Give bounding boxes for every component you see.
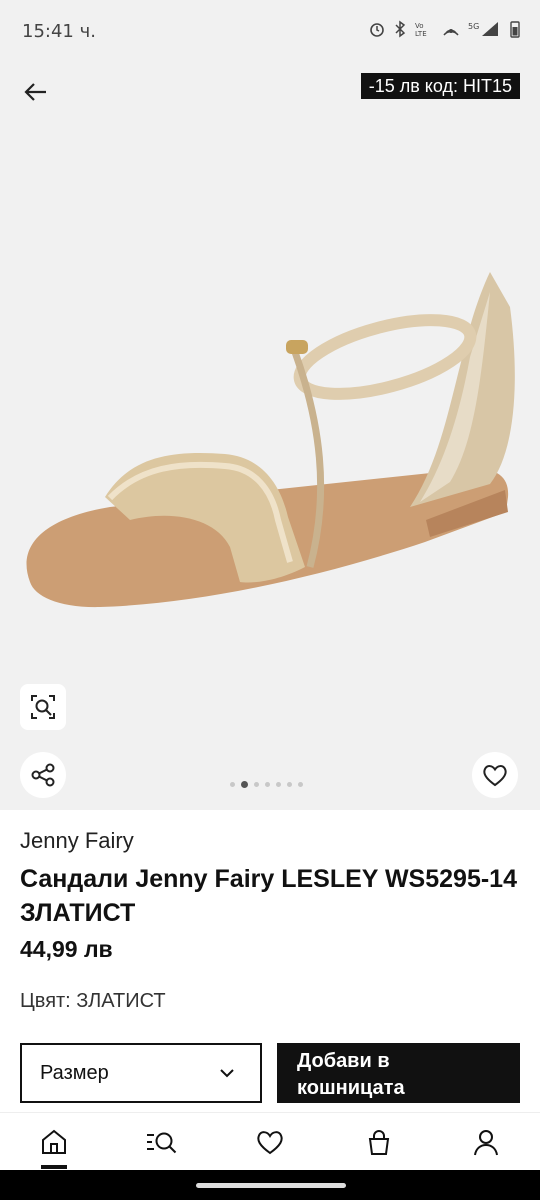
svg-text:LTE: LTE bbox=[415, 30, 427, 38]
gallery-dot[interactable] bbox=[230, 782, 235, 787]
search-menu-icon bbox=[147, 1132, 177, 1154]
nav-account[interactable] bbox=[471, 1127, 501, 1157]
gesture-handle[interactable] bbox=[196, 1183, 346, 1188]
nav-wishlist[interactable] bbox=[255, 1127, 285, 1157]
5g-signal-icon: 5G bbox=[468, 22, 498, 36]
wishlist-button[interactable] bbox=[472, 752, 518, 798]
alarm-icon bbox=[370, 23, 384, 37]
heart-icon bbox=[257, 1131, 283, 1155]
system-gesture-bar bbox=[0, 1170, 540, 1200]
promo-code-badge: -15 лв код: HIT15 bbox=[360, 73, 520, 99]
nav-search[interactable] bbox=[145, 1127, 179, 1157]
product-price: 44,99 лв bbox=[20, 936, 113, 962]
nav-active-indicator bbox=[41, 1165, 67, 1169]
bluetooth-icon bbox=[395, 20, 406, 38]
product-gallery[interactable]: -15 лв код: HIT15 bbox=[0, 62, 540, 810]
back-button[interactable] bbox=[20, 76, 52, 108]
home-icon bbox=[42, 1129, 66, 1154]
svg-text:5G: 5G bbox=[468, 22, 479, 31]
product-color: Цвят: ЗЛАТИСТ bbox=[20, 990, 166, 1012]
add-to-cart-button[interactable]: Добави в кошницата bbox=[277, 1043, 520, 1103]
nav-cart[interactable] bbox=[364, 1127, 394, 1157]
product-brand[interactable]: Jenny Fairy bbox=[20, 828, 134, 854]
status-time: 15:41 ч. bbox=[22, 21, 96, 42]
user-icon bbox=[474, 1130, 498, 1156]
nav-home[interactable] bbox=[39, 1127, 69, 1157]
heart-icon bbox=[483, 765, 507, 787]
gallery-pagination bbox=[230, 781, 303, 788]
size-select-label: Размер bbox=[40, 1061, 109, 1084]
zoom-button[interactable] bbox=[20, 684, 66, 730]
battery-icon bbox=[510, 21, 520, 38]
product-title: Сандали Jenny Fairy LESLEY WS5295-14 ЗЛА… bbox=[20, 865, 517, 927]
bag-icon bbox=[368, 1130, 390, 1155]
status-icons: Vo LTE 5G bbox=[368, 20, 520, 38]
status-bar: 15:41 ч. Vo LTE 5G bbox=[0, 0, 540, 62]
gallery-dot[interactable] bbox=[265, 782, 270, 787]
gallery-dot[interactable] bbox=[276, 782, 281, 787]
gallery-dot[interactable] bbox=[241, 781, 248, 788]
hotspot-icon bbox=[443, 29, 459, 36]
share-button[interactable] bbox=[20, 752, 66, 798]
share-icon bbox=[31, 763, 55, 787]
bottom-navigation bbox=[0, 1112, 540, 1171]
product-image[interactable] bbox=[20, 262, 520, 622]
volte-icon: VoLTE bbox=[415, 22, 427, 38]
arrow-left-icon bbox=[24, 83, 46, 101]
gallery-dot[interactable] bbox=[287, 782, 292, 787]
chevron-down-icon bbox=[220, 1069, 234, 1078]
zoom-search-icon bbox=[31, 695, 55, 719]
gallery-dot[interactable] bbox=[254, 782, 259, 787]
svg-text:Vo: Vo bbox=[415, 22, 424, 30]
gallery-dot[interactable] bbox=[298, 782, 303, 787]
size-select[interactable]: Размер bbox=[20, 1043, 262, 1103]
